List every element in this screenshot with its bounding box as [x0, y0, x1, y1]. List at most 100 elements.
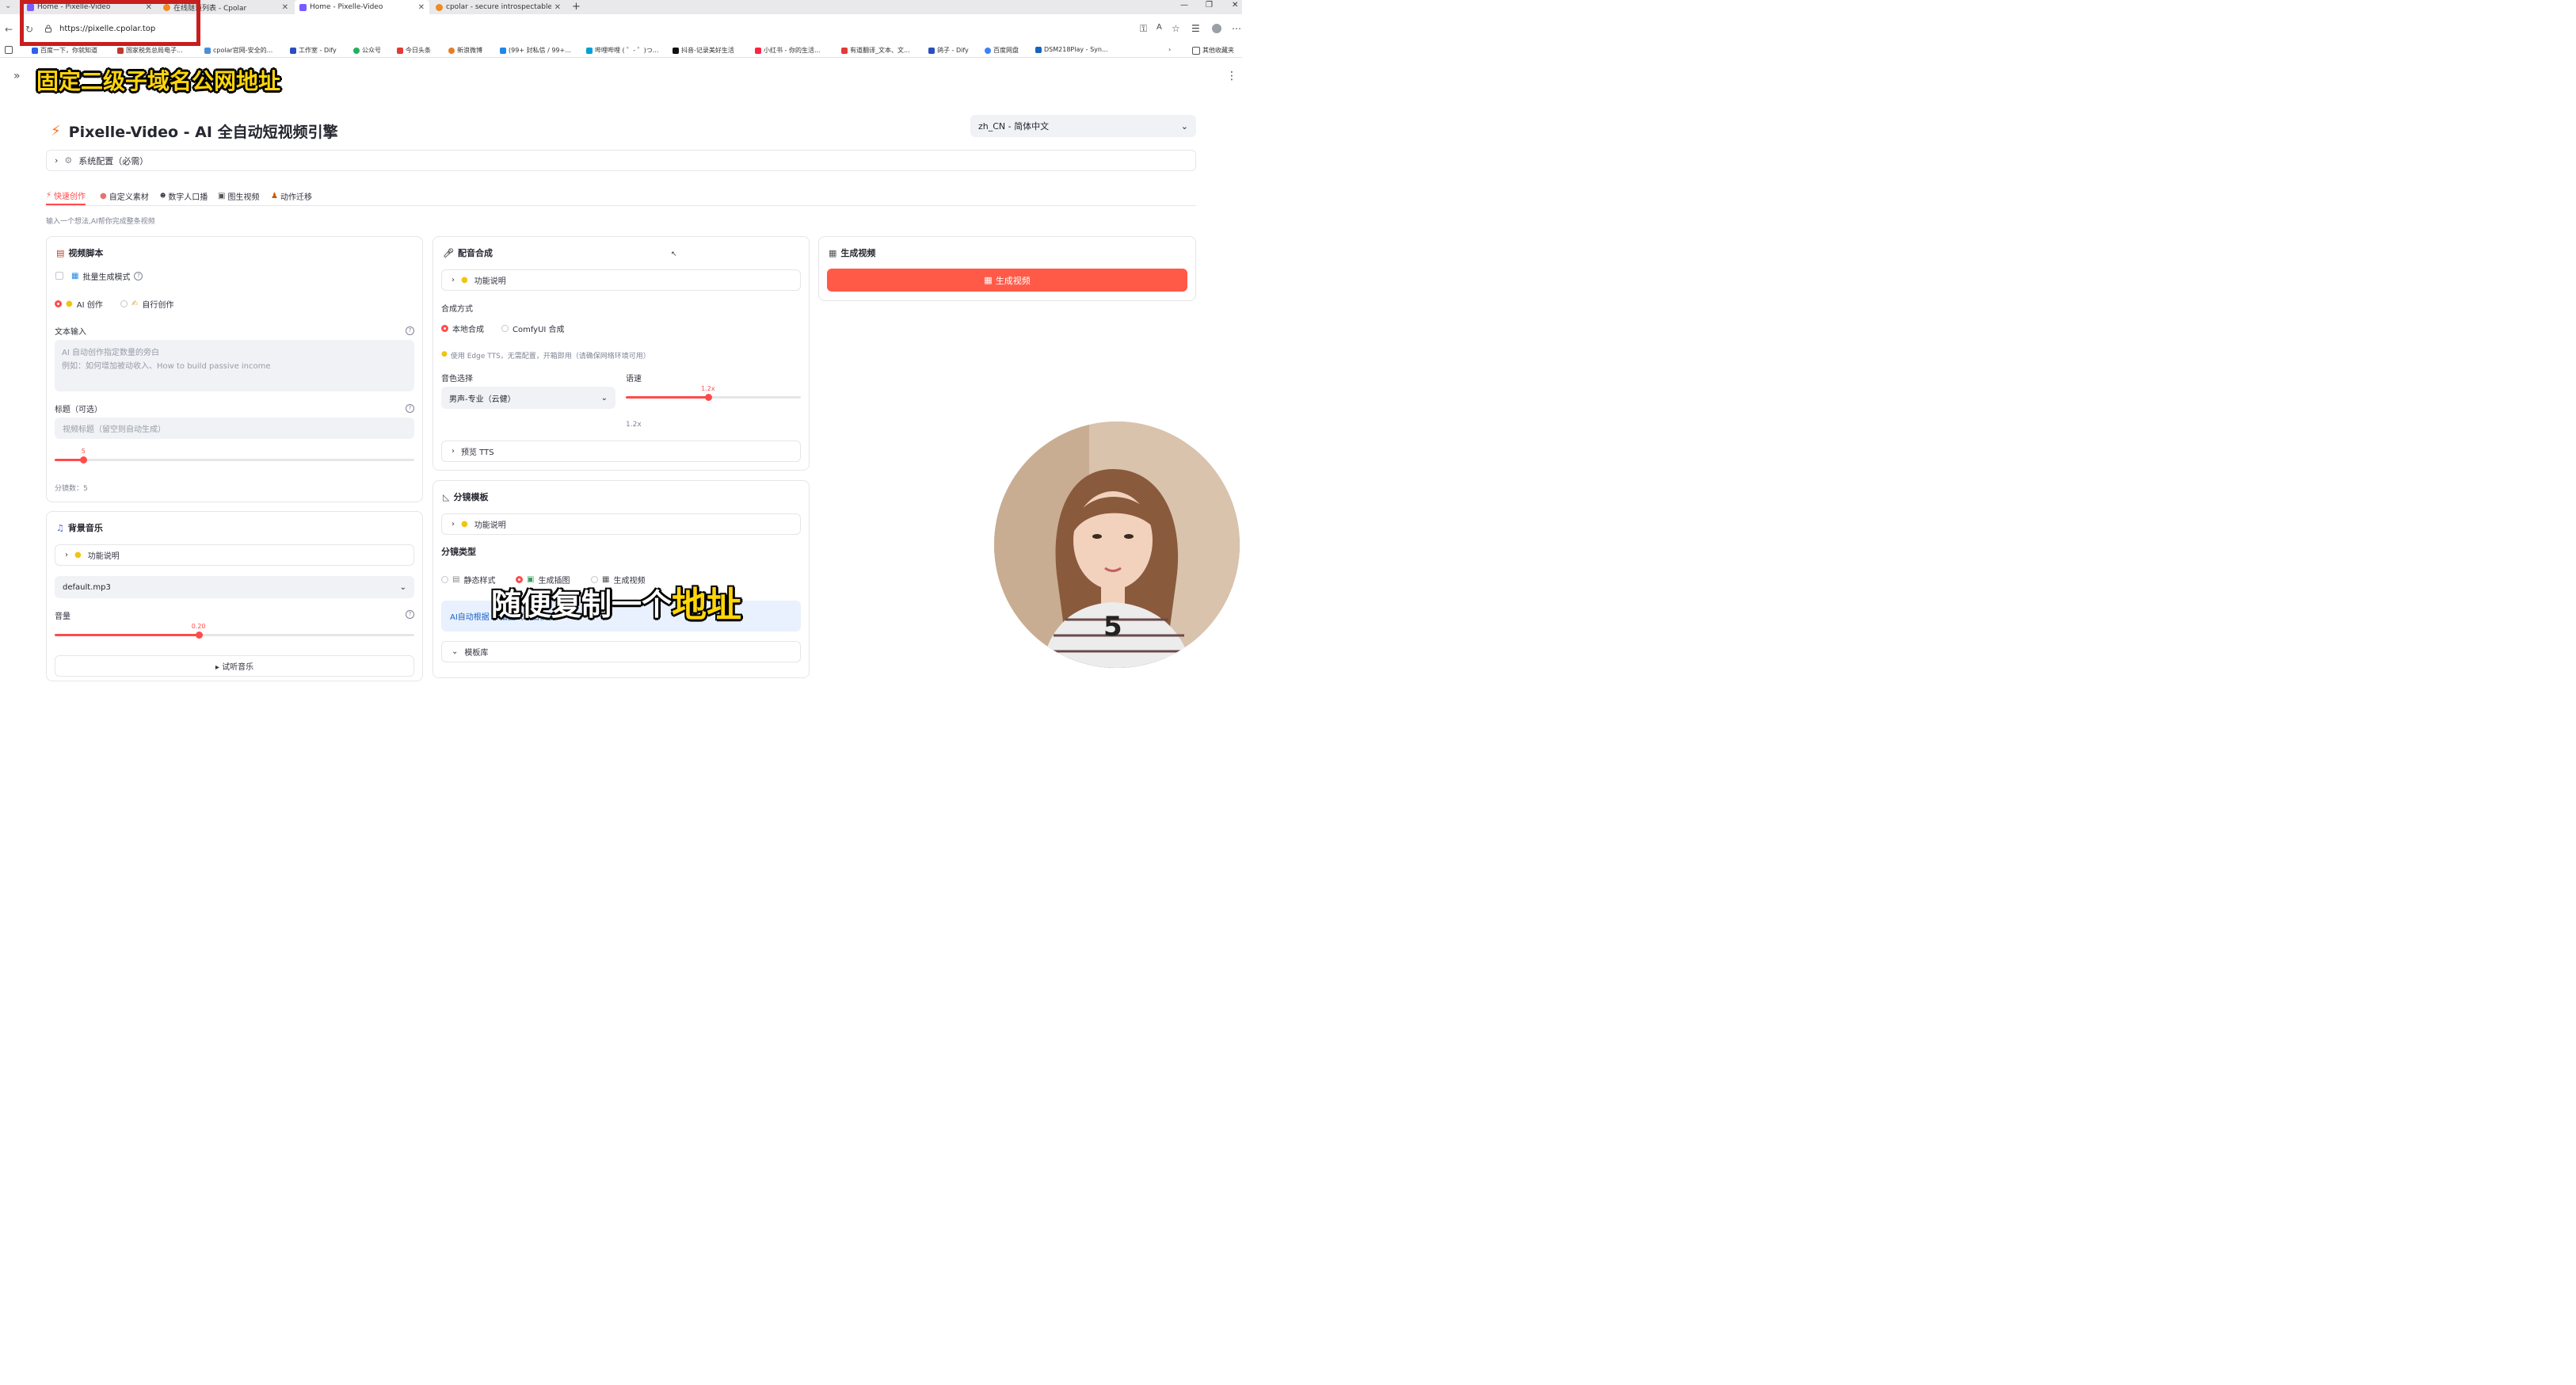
browser-tab-3[interactable]: Home - Pixelle-Video ✕ — [295, 0, 429, 14]
tts-comfy-radio[interactable]: ComfyUI 合成 — [501, 322, 565, 334]
cpolar-favicon-icon — [436, 3, 443, 11]
type-static-radio[interactable]: ▤ 静态样式 — [441, 574, 495, 586]
radio-label: ComfyUI 合成 — [513, 326, 565, 334]
chevron-down-icon: ⌄ — [600, 393, 608, 403]
storyboard-func-desc-expander[interactable]: › ● 功能说明 — [441, 513, 801, 535]
window-close-icon[interactable]: ✕ — [1232, 1, 1238, 10]
slider-handle[interactable] — [704, 394, 712, 401]
bookmarks-toggle-icon[interactable] — [5, 46, 13, 54]
batch-mode-label: ▦ 批量生成模式 ? — [71, 270, 143, 282]
back-icon[interactable]: ← — [5, 24, 13, 35]
chevron-down-icon: ⌄ — [1180, 120, 1188, 132]
tts-local-radio[interactable]: 本地合成 — [441, 322, 484, 334]
title-input-label: 标题（可选） — [55, 406, 102, 414]
video-subtitle-overlay: 随便复制一个 地址 — [491, 580, 741, 627]
help-icon[interactable]: ? — [406, 610, 414, 619]
bookmark-item[interactable]: 哔哩哔哩 ( ゜- ゜)つ... — [586, 46, 658, 55]
slider-fill — [626, 396, 708, 399]
app-menu-icon[interactable]: ⋮ — [1226, 70, 1237, 82]
close-icon[interactable]: ✕ — [282, 3, 288, 12]
system-config-expander[interactable]: › ⚙ 系统配置（必需） — [46, 150, 1196, 171]
tab-label: 自定义素材 — [109, 193, 149, 202]
tab-custom-assets[interactable]: ● 自定义素材 — [100, 187, 149, 204]
bookmark-item[interactable]: 国家税务总局电子... — [117, 46, 183, 55]
bookmarks-overflow-icon[interactable]: › — [1168, 46, 1171, 53]
restore-icon[interactable]: ❐ — [1206, 1, 1213, 10]
bookmark-item[interactable]: 公众号 — [353, 46, 381, 55]
bookmark-item[interactable]: cpolar官网-安全的... — [204, 46, 272, 55]
browser-tab-4[interactable]: cpolar - secure introspectable tunn ✕ — [431, 0, 566, 14]
bookmark-item[interactable]: 百度网盘 — [985, 46, 1019, 55]
language-select[interactable]: zh_CN - 简体中文 ⌄ — [970, 115, 1196, 137]
sidebar-expand-icon[interactable]: » — [13, 70, 21, 82]
volume-slider[interactable]: 0.20 — [55, 623, 414, 639]
lightning-icon: ⚡ — [51, 123, 61, 139]
generate-video-button[interactable]: ▦ 生成视频 — [827, 269, 1187, 292]
palette-icon: ● — [100, 191, 107, 200]
bookmark-item[interactable]: 今日头条 — [397, 46, 431, 55]
bookmark-item[interactable]: 百度一下，你就知道 — [32, 46, 97, 55]
tab-quick-create[interactable]: ⚡ 快速创作 — [46, 187, 86, 205]
mode-ai-radio[interactable]: ● AI 创作 — [55, 298, 103, 310]
placeholder-text: 视频标题（留空则自动生成） — [63, 425, 166, 434]
bookmark-item[interactable]: DSM218Play - Syn... — [1035, 46, 1108, 53]
heading-text: 视频脚本 — [68, 248, 104, 258]
minimize-icon[interactable]: — — [1180, 1, 1188, 10]
speed-slider[interactable]: 1.2x — [626, 385, 801, 401]
translate-icon[interactable]: A — [1157, 23, 1162, 32]
key-icon[interactable]: ⚿ — [1140, 23, 1147, 35]
bookmark-item[interactable]: 小红书 - 你的生活... — [755, 46, 821, 55]
close-icon[interactable]: ✕ — [418, 3, 425, 12]
favorites-list-icon[interactable]: ☰ — [1191, 23, 1200, 34]
bgm-preview-button[interactable]: ▸ 试听音乐 — [55, 655, 414, 677]
template-library-expander[interactable]: ⌄ 模板库 — [441, 641, 801, 662]
bgm-func-desc-expander[interactable]: › ● 功能说明 — [55, 544, 414, 566]
generate-heading: ▦ 生成视频 — [829, 246, 875, 259]
address-bar[interactable] — [40, 21, 1174, 38]
favorite-star-icon[interactable]: ☆ — [1172, 23, 1180, 34]
page-title: ⚡ Pixelle-Video - AI 全自动短视频引擎 — [51, 120, 338, 142]
help-icon[interactable]: ? — [134, 272, 143, 280]
page-title-text: Pixelle-Video - AI 全自动短视频引擎 — [68, 124, 338, 141]
text-input-area[interactable]: AI 自动创作指定数量的旁白 例如：如何增加被动收入、How to build … — [55, 340, 414, 391]
storyboard-type-label: 分镜类型 — [441, 545, 476, 558]
system-config-label: 系统配置（必需） — [78, 155, 149, 166]
slider-handle[interactable] — [195, 631, 203, 639]
close-icon[interactable]: ✕ — [554, 3, 561, 12]
bookmark-item[interactable]: 新浪微博 — [448, 46, 482, 55]
tab-list-chevron-icon[interactable]: ⌄ — [5, 2, 11, 10]
chevron-down-icon: ⌄ — [399, 582, 406, 592]
bulb-icon: ● — [461, 520, 468, 528]
chevron-right-icon: › — [65, 551, 68, 559]
tab-digital-human[interactable]: ☻ 数字人口播 — [160, 187, 208, 204]
pixelle-favicon-icon — [299, 3, 307, 11]
batch-mode-checkbox[interactable] — [55, 272, 63, 280]
lightning-icon: ⚡ — [46, 191, 52, 200]
more-menu-icon[interactable]: ⋯ — [1232, 23, 1241, 34]
bgm-track-select[interactable]: default.mp3 ⌄ — [55, 576, 414, 598]
tts-preview-expander[interactable]: › 预览 TTS — [441, 441, 801, 462]
clapper-icon: ▦ — [829, 247, 837, 258]
bookmark-item[interactable]: 有道翻译_文本、文... — [841, 46, 910, 55]
help-icon[interactable]: ? — [406, 404, 414, 413]
tab-motion-transfer[interactable]: ♟ 动作迁移 — [271, 187, 312, 204]
title-input[interactable]: 视频标题（留空则自动生成） — [55, 418, 414, 439]
subtitle-white-text: 随便复制一个 — [491, 587, 673, 622]
bookmark-item[interactable]: 抖音-记录美好生活 — [673, 46, 734, 55]
bookmark-item[interactable]: 鸽子 - Dify — [928, 46, 969, 55]
help-icon[interactable]: ? — [406, 326, 414, 335]
tab-title: Home - Pixelle-Video — [310, 3, 383, 11]
url-highlight-box — [20, 0, 200, 46]
other-bookmarks[interactable]: 其他收藏夹 — [1192, 46, 1234, 55]
voice-select[interactable]: 男声-专业（云健） ⌄ — [441, 387, 615, 409]
tts-func-desc-expander[interactable]: › ● 功能说明 — [441, 269, 801, 291]
scenes-slider[interactable]: 5 — [55, 448, 414, 464]
tab-image-to-video[interactable]: ▣ 图生视频 — [218, 187, 259, 204]
tab-label: 图生视频 — [227, 193, 260, 202]
script-icon: ▤ — [56, 247, 65, 258]
new-tab-icon[interactable]: + — [572, 1, 581, 13]
mode-self-radio[interactable]: ✍ 自行创作 — [120, 298, 173, 310]
bookmark-item[interactable]: (99+ 封私信 / 99+... — [500, 46, 571, 55]
bookmark-item[interactable]: 工作室 - Dify — [290, 46, 337, 55]
profile-avatar-icon[interactable] — [1212, 24, 1221, 33]
